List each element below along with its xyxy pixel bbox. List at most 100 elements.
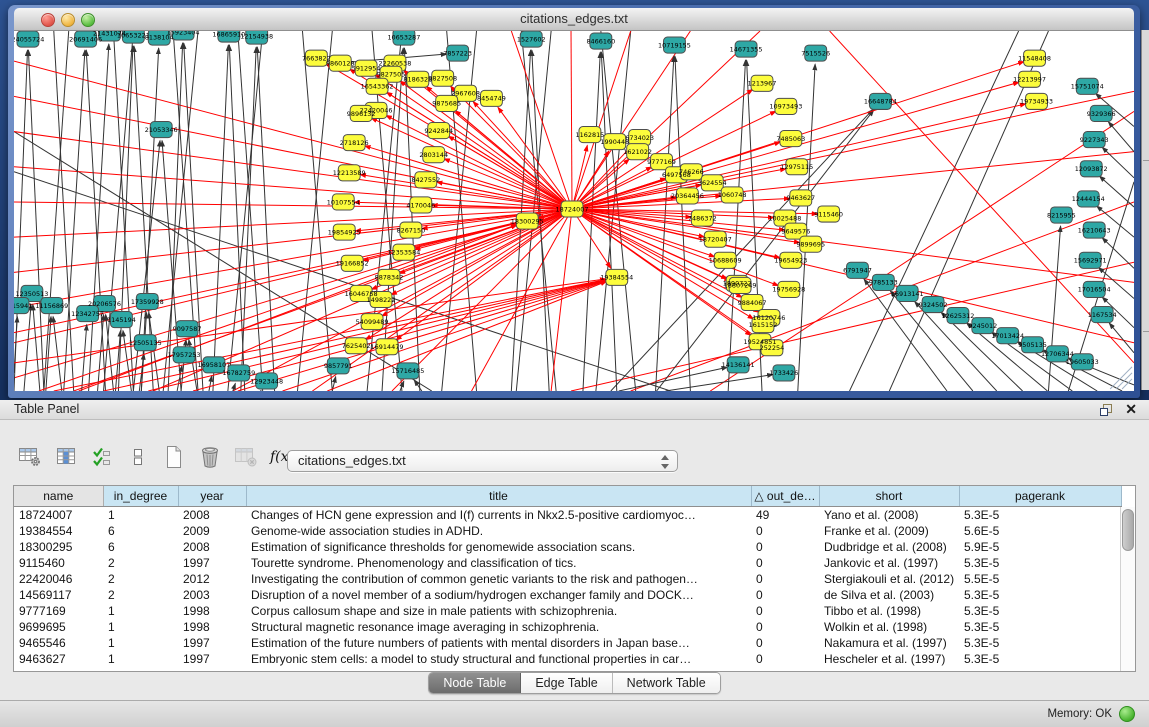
- table-cell[interactable]: 0: [751, 603, 819, 619]
- table-cell[interactable]: 5.3E-5: [959, 555, 1121, 571]
- table-cell[interactable]: 1997: [178, 555, 246, 571]
- table-cell[interactable]: 1: [103, 507, 178, 524]
- network-edge[interactable]: [571, 31, 572, 209]
- table-cell[interactable]: Investigating the contribution of common…: [246, 571, 751, 587]
- network-edge[interactable]: [583, 52, 600, 391]
- table-cell[interactable]: 1997: [178, 651, 246, 667]
- table-row[interactable]: 1830029562008Estimation of significance …: [14, 539, 1121, 555]
- table-selector-combobox[interactable]: citations_edges.txt: [287, 450, 678, 472]
- table-row[interactable]: 946554611997Estimation of the future num…: [14, 635, 1121, 651]
- table-cell[interactable]: Estimation of the future numbers of pati…: [246, 635, 751, 651]
- table-mode-button[interactable]: [16, 443, 44, 471]
- table-row[interactable]: 946362711997Embryonic stem cells: a mode…: [14, 651, 1121, 667]
- column-header-in_degree[interactable]: in_degree: [103, 486, 178, 507]
- network-edge[interactable]: [302, 31, 332, 391]
- network-edge[interactable]: [14, 317, 17, 373]
- table-cell[interactable]: 2: [103, 571, 178, 587]
- table-cell[interactable]: Structural magnetic resonance image aver…: [246, 619, 751, 635]
- network-edge[interactable]: [386, 115, 572, 209]
- network-canvas[interactable]: 2405572420691406214310741065322181381041…: [14, 31, 1134, 391]
- table-cell[interactable]: 5.3E-5: [959, 619, 1121, 635]
- table-cell[interactable]: 2: [103, 555, 178, 571]
- network-edge[interactable]: [14, 61, 572, 209]
- network-edge[interactable]: [1048, 226, 1060, 391]
- table-cell[interactable]: 0: [751, 539, 819, 555]
- network-window[interactable]: citations_edges.txt 24055724206914062143…: [8, 5, 1140, 398]
- select-columns-button[interactable]: [88, 443, 116, 471]
- create-column-button[interactable]: [160, 443, 188, 471]
- table-cell[interactable]: 9115460: [14, 555, 103, 571]
- column-header-title[interactable]: title: [246, 486, 751, 507]
- table-cell[interactable]: 0: [751, 523, 819, 539]
- table-cell[interactable]: Genome-wide association studies in ADHD.: [246, 523, 751, 539]
- zoom-window-icon[interactable]: [81, 13, 95, 27]
- table-cell[interactable]: 5.9E-5: [959, 539, 1121, 555]
- network-edge[interactable]: [14, 132, 572, 209]
- table-cell[interactable]: Wolkin et al. (1998): [819, 619, 959, 635]
- float-panel-icon[interactable]: [1099, 403, 1113, 417]
- table-row[interactable]: 1456911722003Disruption of a novel membe…: [14, 587, 1121, 603]
- network-edge[interactable]: [53, 317, 62, 391]
- table-row[interactable]: 911546021997Tourette syndrome. Phenomeno…: [14, 555, 1121, 571]
- network-edge[interactable]: [1102, 238, 1134, 269]
- table-cell[interactable]: Yano et al. (2008): [819, 507, 959, 524]
- table-cell[interactable]: 0: [751, 619, 819, 635]
- network-edge[interactable]: [209, 376, 212, 391]
- table-cell[interactable]: 0: [751, 651, 819, 667]
- delete-table-button[interactable]: [232, 443, 260, 471]
- table-cell[interactable]: 2009: [178, 523, 246, 539]
- tab-node-table[interactable]: Node Table: [429, 673, 521, 693]
- network-edge[interactable]: [511, 31, 572, 209]
- network-edge[interactable]: [86, 50, 105, 391]
- network-edge[interactable]: [386, 92, 572, 209]
- table-cell[interactable]: Changes of HCN gene expression and I(f) …: [246, 507, 751, 524]
- table-cell[interactable]: Tourette syndrome. Phenomenology and cla…: [246, 555, 751, 571]
- network-window-titlebar[interactable]: citations_edges.txt: [14, 8, 1134, 31]
- table-cell[interactable]: 49: [751, 507, 819, 524]
- delete-column-button[interactable]: [196, 443, 224, 471]
- row-height-button[interactable]: [124, 443, 152, 471]
- network-edge[interactable]: [297, 31, 332, 391]
- network-edge[interactable]: [89, 44, 109, 391]
- table-row[interactable]: 2242004622012Investigating the contribut…: [14, 571, 1121, 587]
- memory-ok-indicator-icon[interactable]: [1119, 706, 1135, 722]
- table-cell[interactable]: 14569117: [14, 587, 103, 603]
- network-edge[interactable]: [24, 304, 31, 391]
- table-cell[interactable]: 1997: [178, 635, 246, 651]
- table-cell[interactable]: Nakamura et al. (1997): [819, 635, 959, 651]
- table-cell[interactable]: 9699695: [14, 619, 103, 635]
- network-edge[interactable]: [444, 159, 572, 209]
- table-cell[interactable]: Estimation of significance thresholds fo…: [246, 539, 751, 555]
- table-cell[interactable]: 0: [751, 587, 819, 603]
- table-cell[interactable]: Hescheler et al. (1997): [819, 651, 959, 667]
- minimize-window-icon[interactable]: [61, 13, 75, 27]
- table-cell[interactable]: 2: [103, 587, 178, 603]
- table-cell[interactable]: 18300295: [14, 539, 103, 555]
- column-header-name[interactable]: name: [14, 486, 103, 507]
- column-header-short[interactable]: short: [819, 486, 959, 507]
- table-cell[interactable]: Stergiakouli et al. (2012): [819, 571, 959, 587]
- resize-grip-icon[interactable]: [1110, 367, 1132, 389]
- table-cell[interactable]: 1: [103, 619, 178, 635]
- table-cell[interactable]: 2008: [178, 507, 246, 524]
- network-edge[interactable]: [455, 110, 572, 209]
- table-cell[interactable]: Embryonic stem cells: a model to study s…: [246, 651, 751, 667]
- network-edge[interactable]: [675, 56, 690, 391]
- table-cell[interactable]: 6: [103, 539, 178, 555]
- network-edge[interactable]: [414, 380, 422, 391]
- network-edge[interactable]: [33, 304, 40, 391]
- table-cell[interactable]: 9463627: [14, 651, 103, 667]
- table-cell[interactable]: 9777169: [14, 603, 103, 619]
- table-cell[interactable]: 6: [103, 523, 178, 539]
- table-cell[interactable]: 1998: [178, 603, 246, 619]
- table-cell[interactable]: 1: [103, 635, 178, 651]
- table-cell[interactable]: 19384554: [14, 523, 103, 539]
- table-cell[interactable]: 2012: [178, 571, 246, 587]
- table-row[interactable]: 969969511998Structural magnetic resonanc…: [14, 619, 1121, 635]
- table-cell[interactable]: Disruption of a novel member of a sodium…: [246, 587, 751, 603]
- table-cell[interactable]: Corpus callosum shape and size in male p…: [246, 603, 751, 619]
- close-panel-icon[interactable]: ✕: [1125, 400, 1137, 419]
- table-row[interactable]: 1872400712008Changes of HCN gene express…: [14, 507, 1121, 524]
- table-cell[interactable]: 5.3E-5: [959, 587, 1121, 603]
- column-header-year[interactable]: year: [178, 486, 246, 507]
